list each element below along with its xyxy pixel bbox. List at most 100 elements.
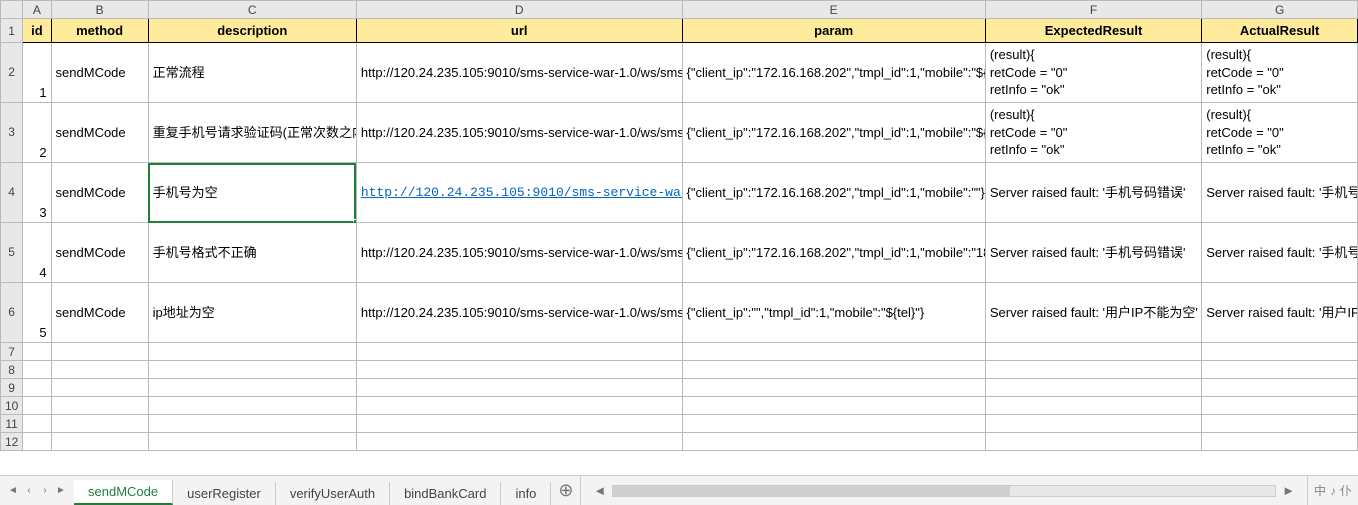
cell-B2[interactable]: sendMCode <box>51 43 148 103</box>
col-header-C[interactable]: C <box>148 1 356 19</box>
cell-B6[interactable]: sendMCode <box>51 283 148 343</box>
cell-E2[interactable]: {"client_ip":"172.16.168.202","tmpl_id":… <box>682 43 985 103</box>
select-all-corner[interactable] <box>1 1 23 19</box>
tab-userregister[interactable]: userRegister <box>173 482 276 505</box>
col-header-D[interactable]: D <box>356 1 682 19</box>
hscroll-track[interactable] <box>612 485 1276 497</box>
cell-F2[interactable]: (result){ retCode = "0" retInfo = "ok" <box>985 43 1201 103</box>
cell-F5[interactable]: Server raised fault: '手机号码错误' <box>985 223 1201 283</box>
ime-status[interactable]: 中 <box>1314 482 1326 499</box>
cell-D4[interactable]: http://120.24.235.105:9010/sms-service-w… <box>356 163 682 223</box>
row-3[interactable]: 3 2 sendMCode 重复手机号请求验证码(正常次数之内) http://… <box>1 103 1358 163</box>
cell-A5[interactable]: 4 <box>23 223 51 283</box>
cell-G4[interactable]: Server raised fault: '手机号码错误' <box>1202 163 1358 223</box>
row-header-5[interactable]: 5 <box>1 223 23 283</box>
row-header-10[interactable]: 10 <box>1 397 23 415</box>
cell-A6[interactable]: 5 <box>23 283 51 343</box>
scroll-right-icon[interactable]: ► <box>1282 483 1295 498</box>
col-header-E[interactable]: E <box>682 1 985 19</box>
cell-G6[interactable]: Server raised fault: '用户IP不能为空' <box>1202 283 1358 343</box>
fill-handle[interactable] <box>353 219 357 223</box>
cell-E10[interactable] <box>682 397 985 415</box>
horizontal-scrollbar[interactable]: ◄ ► <box>581 476 1307 505</box>
hyperlink[interactable]: http://120.24.235.105:9010/sms-service-w… <box>361 185 682 200</box>
cell-E7[interactable] <box>682 343 985 361</box>
cell-F4[interactable]: Server raised fault: '手机号码错误' <box>985 163 1201 223</box>
row-9[interactable]: 9 <box>1 379 1358 397</box>
tab-verifyuserauth[interactable]: verifyUserAuth <box>276 482 390 505</box>
row-header-11[interactable]: 11 <box>1 415 23 433</box>
header-cell-actual[interactable]: ActualResult <box>1202 19 1358 43</box>
cell-C8[interactable] <box>148 361 356 379</box>
row-header-6[interactable]: 6 <box>1 283 23 343</box>
row-header-2[interactable]: 2 <box>1 43 23 103</box>
cell-E8[interactable] <box>682 361 985 379</box>
col-header-B[interactable]: B <box>51 1 148 19</box>
add-sheet-button[interactable]: ⊕ <box>551 476 581 505</box>
tab-nav-first-icon[interactable]: ◄ <box>6 484 20 498</box>
row-11[interactable]: 11 <box>1 415 1358 433</box>
cell-D3[interactable]: http://120.24.235.105:9010/sms-service-w… <box>356 103 682 163</box>
status-icon-2[interactable]: 仆 <box>1340 482 1352 499</box>
row-header-8[interactable]: 8 <box>1 361 23 379</box>
row-header-7[interactable]: 7 <box>1 343 23 361</box>
cell-F12[interactable] <box>985 433 1201 451</box>
row-header-1[interactable]: 1 <box>1 19 23 43</box>
hscroll-thumb[interactable] <box>613 486 1010 496</box>
cell-A11[interactable] <box>23 415 51 433</box>
cell-C6[interactable]: ip地址为空 <box>148 283 356 343</box>
cell-A7[interactable] <box>23 343 51 361</box>
cell-E11[interactable] <box>682 415 985 433</box>
cell-E4[interactable]: {"client_ip":"172.16.168.202","tmpl_id":… <box>682 163 985 223</box>
cell-D2[interactable]: http://120.24.235.105:9010/sms-service-w… <box>356 43 682 103</box>
cell-D6[interactable]: http://120.24.235.105:9010/sms-service-w… <box>356 283 682 343</box>
cell-F3[interactable]: (result){ retCode = "0" retInfo = "ok" <box>985 103 1201 163</box>
cell-D8[interactable] <box>356 361 682 379</box>
cell-C10[interactable] <box>148 397 356 415</box>
cell-G3[interactable]: (result){ retCode = "0" retInfo = "ok" <box>1202 103 1358 163</box>
cell-F6[interactable]: Server raised fault: '用户IP不能为空' <box>985 283 1201 343</box>
row-6[interactable]: 6 5 sendMCode ip地址为空 http://120.24.235.1… <box>1 283 1358 343</box>
cell-F7[interactable] <box>985 343 1201 361</box>
cell-F9[interactable] <box>985 379 1201 397</box>
row-header-9[interactable]: 9 <box>1 379 23 397</box>
tab-bindbankcard[interactable]: bindBankCard <box>390 482 501 505</box>
cell-E3[interactable]: {"client_ip":"172.16.168.202","tmpl_id":… <box>682 103 985 163</box>
worksheet-area[interactable]: A B C D E F G 1 id method description ur… <box>0 0 1358 475</box>
cell-B12[interactable] <box>51 433 148 451</box>
cell-F10[interactable] <box>985 397 1201 415</box>
row-1[interactable]: 1 id method description url param Expect… <box>1 19 1358 43</box>
cell-A12[interactable] <box>23 433 51 451</box>
cell-D7[interactable] <box>356 343 682 361</box>
header-cell-id[interactable]: id <box>23 19 51 43</box>
cell-A8[interactable] <box>23 361 51 379</box>
scroll-left-icon[interactable]: ◄ <box>593 483 606 498</box>
cell-F11[interactable] <box>985 415 1201 433</box>
cell-D11[interactable] <box>356 415 682 433</box>
cell-F8[interactable] <box>985 361 1201 379</box>
header-cell-method[interactable]: method <box>51 19 148 43</box>
header-cell-url[interactable]: url <box>356 19 682 43</box>
cell-G7[interactable] <box>1202 343 1358 361</box>
col-header-A[interactable]: A <box>23 1 51 19</box>
cell-C12[interactable] <box>148 433 356 451</box>
col-header-G[interactable]: G <box>1202 1 1358 19</box>
cell-C2[interactable]: 正常流程 <box>148 43 356 103</box>
cell-B4[interactable]: sendMCode <box>51 163 148 223</box>
cell-G5[interactable]: Server raised fault: '手机号码错误' <box>1202 223 1358 283</box>
cell-G11[interactable] <box>1202 415 1358 433</box>
column-header-row[interactable]: A B C D E F G <box>1 1 1358 19</box>
row-header-12[interactable]: 12 <box>1 433 23 451</box>
cell-B11[interactable] <box>51 415 148 433</box>
tab-sendmcode[interactable]: sendMCode <box>74 480 173 505</box>
cell-G9[interactable] <box>1202 379 1358 397</box>
cell-A4[interactable]: 3 <box>23 163 51 223</box>
cell-D12[interactable] <box>356 433 682 451</box>
cell-G8[interactable] <box>1202 361 1358 379</box>
cell-C11[interactable] <box>148 415 356 433</box>
cell-D5[interactable]: http://120.24.235.105:9010/sms-service-w… <box>356 223 682 283</box>
cell-C4[interactable]: 手机号为空 <box>148 163 356 223</box>
cell-C9[interactable] <box>148 379 356 397</box>
row-7[interactable]: 7 <box>1 343 1358 361</box>
header-cell-expected[interactable]: ExpectedResult <box>985 19 1201 43</box>
